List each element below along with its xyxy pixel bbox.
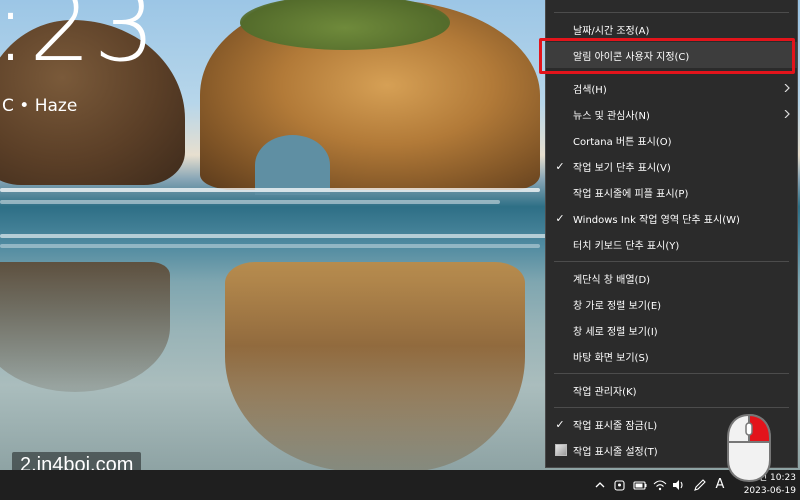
menu-item-label: 검색(H) xyxy=(573,84,607,96)
menu-item-show-windows-ink-button[interactable]: ✓ Windows Ink 작업 영역 단추 표시(W) xyxy=(546,205,797,231)
menu-item-task-manager[interactable]: 작업 관리자(K) xyxy=(546,377,797,403)
wallpaper-reflection-left xyxy=(0,262,170,392)
chevron-right-icon xyxy=(784,84,790,92)
checkmark-icon: ✓ xyxy=(555,211,565,225)
wifi-icon[interactable] xyxy=(652,477,668,493)
lock-screen-time: :23 xyxy=(0,0,158,84)
wallpaper-surf-line xyxy=(0,188,540,192)
menu-item-show-windows-stacked[interactable]: 창 가로 정렬 보기(E) xyxy=(546,291,797,317)
pen-icon[interactable] xyxy=(692,477,708,493)
wallpaper-rock-arch xyxy=(255,135,330,195)
wallpaper-reflection-rock xyxy=(225,262,525,470)
chevron-right-icon xyxy=(784,110,790,118)
menu-separator xyxy=(554,261,789,262)
menu-item-news-interests[interactable]: 뉴스 및 관심사(N) xyxy=(546,101,797,127)
menu-item-label: 바탕 화면 보기(S) xyxy=(573,352,649,364)
menu-separator xyxy=(554,12,789,13)
menu-item-show-touch-keyboard-button[interactable]: 터치 키보드 단추 표시(Y) xyxy=(546,231,797,257)
menu-item-label: 작업 보기 단추 표시(V) xyxy=(573,162,671,174)
menu-item-label: 창 세로 정렬 보기(I) xyxy=(573,326,658,338)
menu-item-label: Windows Ink 작업 영역 단추 표시(W) xyxy=(573,214,740,226)
lock-screen-weather: C • Haze xyxy=(2,96,78,116)
menu-item-label: Cortana 버튼 표시(O) xyxy=(573,136,672,148)
checkmark-icon: ✓ xyxy=(555,417,565,431)
wallpaper-sea-arch-rock xyxy=(200,0,540,195)
menu-item-show-windows-side-by-side[interactable]: 창 세로 정렬 보기(I) xyxy=(546,317,797,343)
menu-item-show-people[interactable]: 작업 표시줄에 피플 표시(P) xyxy=(546,179,797,205)
menu-item-label: 날짜/시간 조정(A) xyxy=(573,25,650,37)
clock-date: 2023-06-19 xyxy=(743,486,796,496)
menu-separator xyxy=(554,373,789,374)
menu-item-label: 작업 표시줄 설정(T) xyxy=(573,446,658,458)
volume-icon[interactable] xyxy=(670,477,686,493)
mouse-right-click-icon xyxy=(727,414,771,482)
menu-item-show-desktop[interactable]: 바탕 화면 보기(S) xyxy=(546,343,797,369)
wallpaper-surf-line xyxy=(0,234,560,238)
chevron-up-icon[interactable] xyxy=(592,477,608,493)
annotation-highlight-box xyxy=(539,38,795,74)
menu-separator xyxy=(554,407,789,408)
checkmark-icon: ✓ xyxy=(555,159,565,173)
menu-item-label: 터치 키보드 단추 표시(Y) xyxy=(573,240,680,252)
menu-item-label: 작업 표시줄에 피플 표시(P) xyxy=(573,188,689,200)
menu-item-cascade-windows[interactable]: 계단식 창 배열(D) xyxy=(546,265,797,291)
menu-item-label: 계단식 창 배열(D) xyxy=(573,274,651,286)
wallpaper-surf-line xyxy=(0,200,500,204)
menu-item-label: 뉴스 및 관심사(N) xyxy=(573,110,650,122)
wallpaper-surf-line xyxy=(0,244,540,248)
settings-icon xyxy=(555,444,567,456)
menu-item-show-task-view-button[interactable]: ✓ 작업 보기 단추 표시(V) xyxy=(546,153,797,179)
menu-item-label: 작업 관리자(K) xyxy=(573,386,637,398)
battery-icon[interactable] xyxy=(632,477,648,493)
meet-now-icon[interactable] xyxy=(612,477,628,493)
menu-item-show-cortana-button[interactable]: Cortana 버튼 표시(O) xyxy=(546,127,797,153)
menu-item-label: 작업 표시줄 잠금(L) xyxy=(573,420,658,432)
menu-item-search[interactable]: 검색(H) xyxy=(546,75,797,101)
wallpaper-rock-grass xyxy=(240,0,450,50)
menu-item-label: 창 가로 정렬 보기(E) xyxy=(573,300,662,312)
